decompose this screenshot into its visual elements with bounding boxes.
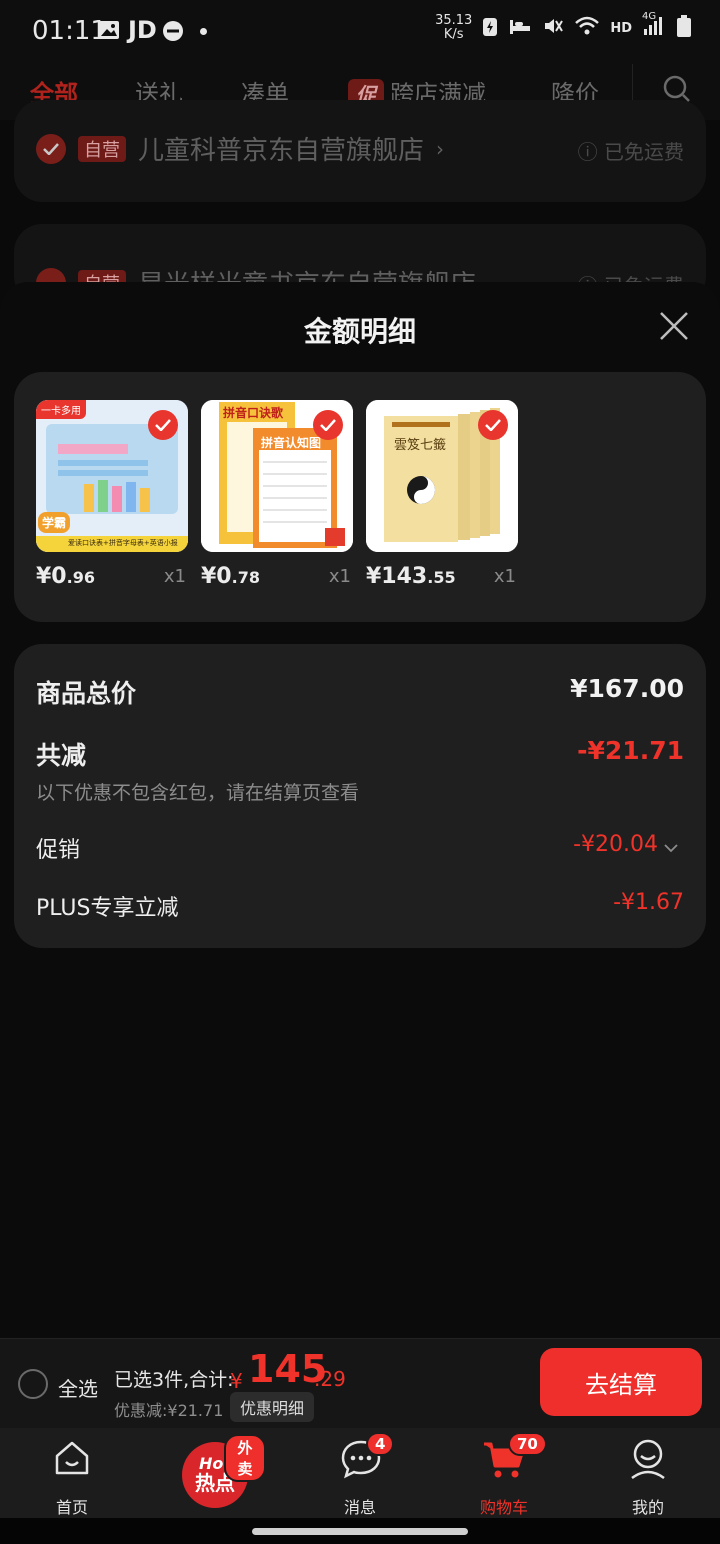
chevron-right-icon: › [436, 136, 445, 161]
store-check-icon[interactable] [36, 133, 66, 164]
total-price-value: ¥167.00 [570, 674, 684, 703]
gesture-area [0, 1518, 720, 1544]
selected-count-text: 已选3件,合计: [114, 1369, 234, 1391]
total-reduce-value: -¥21.71 [577, 736, 684, 765]
item-price: ¥143.55 [366, 564, 456, 589]
nav-badge: 70 [508, 1432, 547, 1456]
cart-item[interactable]: 雲笈七籤 ¥143.55 x1 [366, 400, 518, 589]
sheet-title: 金额明细 [303, 315, 416, 348]
mute-icon [542, 15, 564, 41]
dnd-icon [162, 20, 184, 46]
sleep-icon [508, 16, 532, 40]
status-right-cluster: 35.13 K/s HD 4G [435, 11, 692, 42]
product-thumbnail: 拼音口诀歌 拼音认知图 [201, 400, 353, 552]
hd-indicator: HD [610, 20, 632, 36]
item-quantity: x1 [328, 566, 351, 587]
checkout-bar: 全选 已选3件,合计: ¥ 145 .29 优惠减:¥21.71 优惠明细 去结… [0, 1338, 720, 1428]
gallery-icon [98, 20, 120, 44]
chevron-down-icon[interactable] [664, 838, 678, 857]
free-shipping-label: ⓘ 已免运费 [577, 140, 684, 164]
bottom-navigation: 首页 Hot 热点 外卖 4 消息 70 购物车 我的 [0, 1428, 720, 1518]
nav-badge: 4 [366, 1432, 395, 1456]
plus-discount-value: -¥1.67 [613, 890, 684, 915]
discount-summary: 优惠减:¥21.71 [114, 1401, 224, 1420]
total-currency: ¥ [230, 1369, 243, 1393]
promo-label: 促销 [36, 838, 81, 863]
select-all-radio[interactable] [18, 1369, 48, 1399]
discount-detail-button[interactable]: 优惠明细 [230, 1392, 315, 1422]
select-all-label[interactable]: 全选 [58, 1373, 98, 1402]
thumb-title: 拼音认知图 [261, 436, 322, 450]
nav-label: 我的 [631, 1498, 664, 1517]
item-quantity: x1 [163, 566, 186, 587]
checkout-button[interactable]: 去结算 [540, 1348, 702, 1416]
selected-check-icon[interactable] [148, 410, 178, 440]
network-speed: 35.13 K/s [435, 13, 473, 42]
cart-item[interactable]: 一卡多用 学霸 爱读口诀表+拼音字母表+英语小报 ¥0.96 x1 [36, 400, 188, 589]
reduce-note: 以下优惠不包含红包，请在结算页查看 [36, 782, 360, 804]
item-price: ¥0.78 [201, 564, 260, 589]
jd-app-indicator: JD [128, 16, 157, 44]
self-operated-tag: 自营 [78, 135, 126, 162]
thumb-title: 雲笈七籤 [394, 438, 447, 453]
home-icon [52, 1438, 92, 1482]
total-reduce-label: 共减 [36, 741, 87, 770]
promo-value[interactable]: -¥20.04 [573, 832, 658, 857]
nav-label: 购物车 [479, 1498, 528, 1517]
store-header: 自营 儿童科普京东自营旗舰店 › [36, 130, 444, 167]
close-icon[interactable] [658, 310, 690, 342]
battery-icon [676, 14, 692, 42]
thumb-badge: 学霸 [38, 512, 71, 533]
thumb-title: 拼音口诀歌 [223, 406, 284, 420]
battery-saver-icon [482, 15, 498, 41]
amount-detail-sheet: 金额明细 一卡多用 学霸 爱读口诀表+拼音字母表+英语小报 ¥0.96 x1 拼… [0, 282, 720, 1342]
wifi-icon [574, 15, 600, 41]
cart-item[interactable]: 拼音口诀歌 拼音认知图 ¥0.78 x1 [201, 400, 353, 589]
thumb-caption: 爱读口诀表+拼音字母表+英语小报 [68, 539, 178, 547]
home-indicator[interactable] [252, 1528, 468, 1535]
nav-badge: 外卖 [224, 1434, 266, 1482]
price-summary-card: 商品总价 ¥167.00 共减 -¥21.71 以下优惠不包含红包，请在结算页查… [14, 644, 706, 948]
product-thumbnail: 雲笈七籤 [366, 400, 518, 552]
selected-items-card: 一卡多用 学霸 爱读口诀表+拼音字母表+英语小报 ¥0.96 x1 拼音口诀歌 … [14, 372, 706, 622]
store-card: 自营 儿童科普京东自营旗舰店 › ⓘ 已免运费 [14, 100, 706, 202]
thumb-tag: 一卡多用 [36, 400, 86, 419]
item-quantity: x1 [493, 566, 516, 587]
plus-discount-label: PLUS专享立减 [36, 896, 179, 921]
selected-check-icon[interactable] [478, 410, 508, 440]
notification-dot-icon [200, 28, 207, 35]
profile-icon [628, 1438, 668, 1484]
total-amount-decimal: .29 [314, 1367, 346, 1391]
item-price: ¥0.96 [36, 564, 95, 589]
nav-label: 首页 [55, 1498, 88, 1517]
status-bar: 01:11 JD 35.13 K/s HD 4G [0, 0, 720, 64]
product-thumbnail: 一卡多用 学霸 爱读口诀表+拼音字母表+英语小报 [36, 400, 188, 552]
status-time: 01:11 [32, 16, 107, 46]
selected-check-icon[interactable] [313, 410, 343, 440]
nav-label: 消息 [343, 1498, 376, 1517]
cell-signal-icon: 4G [642, 11, 666, 41]
total-price-label: 商品总价 [36, 679, 137, 708]
store-name[interactable]: 儿童科普京东自营旗舰店 [138, 130, 424, 167]
